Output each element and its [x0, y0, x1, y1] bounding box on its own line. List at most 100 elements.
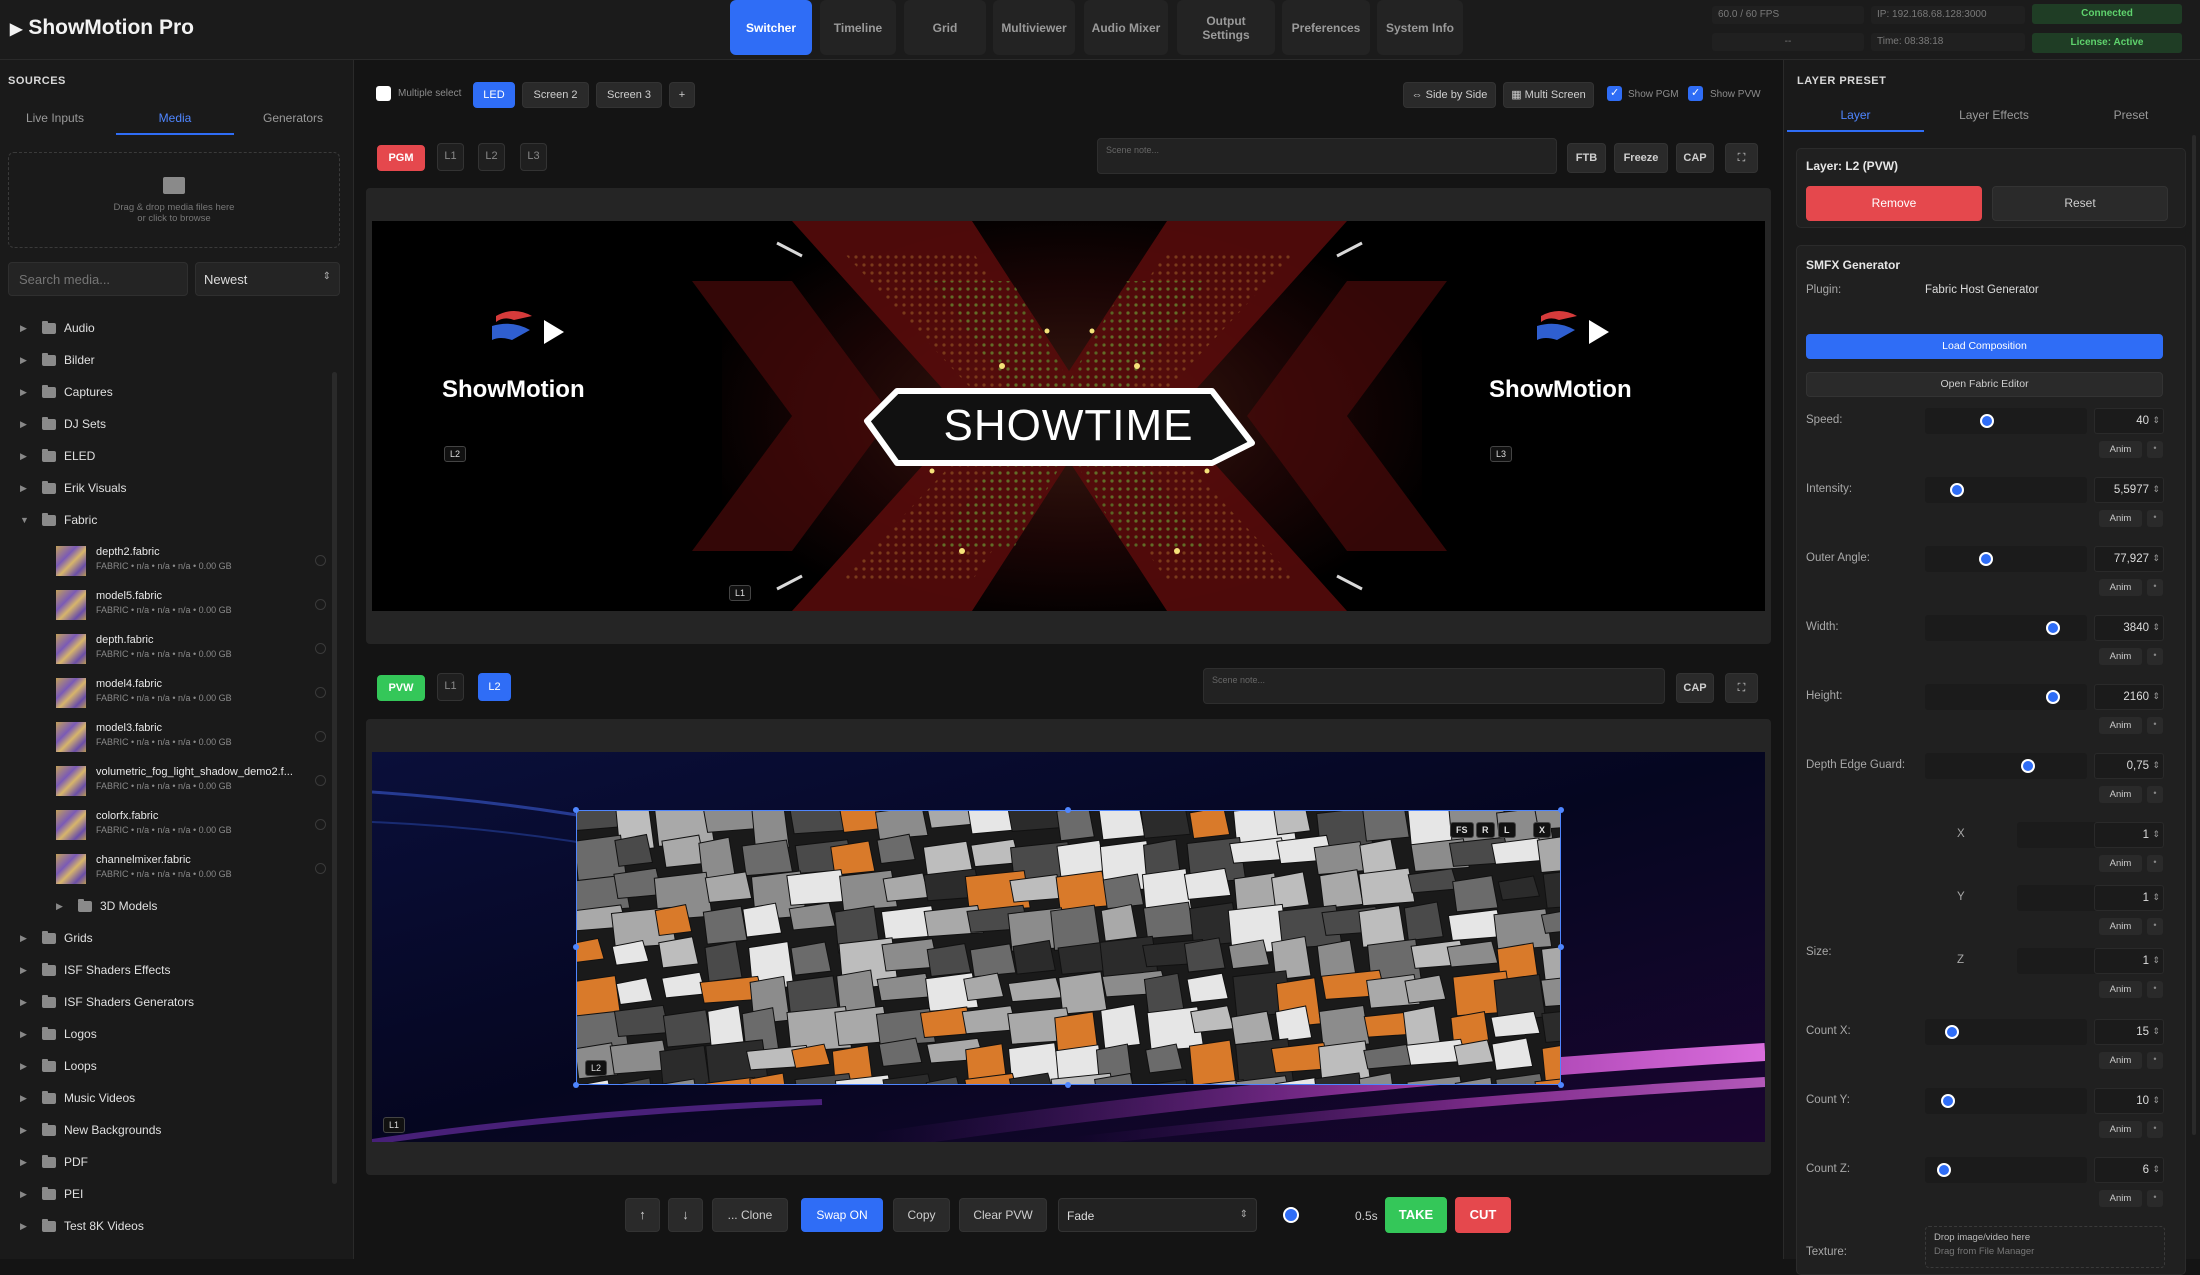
clear-pvw-button[interactable]: Clear PVW — [959, 1198, 1047, 1232]
slider-knob[interactable] — [1941, 1094, 1956, 1108]
slider-knob[interactable] — [1979, 552, 1994, 566]
folder-loops[interactable]: ▶ Loops — [20, 1056, 97, 1076]
size-0-value-input[interactable]: 1 — [2094, 822, 2164, 848]
tab-system-info[interactable]: System Info — [1377, 0, 1463, 55]
folder-audio[interactable]: ▶ Audio — [20, 318, 95, 338]
count-0-anim-button[interactable]: Anim — [2099, 1052, 2142, 1069]
count-2-value-input[interactable]: 6 — [2094, 1157, 2164, 1183]
screen-tab-screen-2[interactable]: Screen 2 — [522, 82, 589, 108]
folder-pei[interactable]: ▶ PEI — [20, 1184, 83, 1204]
param-5-anim-button[interactable]: Anim — [2099, 786, 2142, 803]
count-0-value-input[interactable]: 15 — [2094, 1019, 2164, 1045]
size-0-anim-button[interactable]: Anim — [2099, 855, 2142, 872]
cut-button[interactable]: CUT — [1455, 1197, 1511, 1233]
reset-layer-button[interactable]: Reset — [1992, 186, 2168, 221]
media-select-radio[interactable] — [315, 731, 326, 742]
pgm-capture-button[interactable]: CAP — [1676, 143, 1714, 173]
layer-lock-button[interactable]: L — [1498, 822, 1516, 838]
folder-3d-models[interactable]: ▶ 3D Models — [56, 896, 157, 916]
texture-dropzone[interactable]: Drop image/video here Drag from File Man… — [1925, 1226, 2165, 1268]
tab-output-settings[interactable]: Output Settings — [1177, 0, 1275, 55]
screen-tab-screen-3[interactable]: Screen 3 — [596, 82, 662, 108]
clone-button[interactable]: ... Clone — [712, 1198, 788, 1232]
folder-fabric[interactable]: ▼ Fabric — [20, 510, 97, 530]
slider-knob[interactable] — [1980, 414, 1995, 428]
count-1-anim-button[interactable]: Anim — [2099, 1121, 2142, 1138]
param-1-value-input[interactable]: 5,5977 — [2094, 477, 2164, 503]
tab-preferences[interactable]: Preferences — [1282, 0, 1370, 55]
multi-screen-button[interactable]: ▦ Multi Screen — [1503, 82, 1594, 108]
ftb-button[interactable]: FTB — [1567, 143, 1606, 173]
param-5-value-input[interactable]: 0,75 — [2094, 753, 2164, 779]
param-1-anim-button[interactable]: Anim — [2099, 510, 2142, 527]
param-0-anim-options-button[interactable]: • — [2147, 441, 2163, 458]
folder-eled[interactable]: ▶ ELED — [20, 446, 95, 466]
folder-new-backgrounds[interactable]: ▶ New Backgrounds — [20, 1120, 161, 1140]
open-fabric-editor-button[interactable]: Open Fabric Editor — [1806, 372, 2163, 397]
slider-knob[interactable] — [1949, 483, 1964, 497]
media-select-radio[interactable] — [315, 643, 326, 654]
count-2-anim-options-button[interactable]: • — [2147, 1190, 2163, 1207]
multiple-select-checkbox[interactable] — [376, 86, 391, 101]
pvw-layer-l2[interactable]: L2 — [478, 673, 511, 701]
tab-layer[interactable]: Layer — [1787, 102, 1924, 132]
size-1-value-input[interactable]: 1 — [2094, 885, 2164, 911]
folder-grids[interactable]: ▶ Grids — [20, 928, 93, 948]
count-2-anim-button[interactable]: Anim — [2099, 1190, 2142, 1207]
param-0-slider[interactable] — [1925, 408, 2087, 434]
resize-handle[interactable] — [1558, 1082, 1564, 1088]
pgm-video-canvas[interactable]: SHOWTIME ShowMotion ShowMotion L2 L3 L1 — [372, 221, 1765, 611]
count-1-anim-options-button[interactable]: • — [2147, 1121, 2163, 1138]
transition-select[interactable]: Fade ⇕ — [1058, 1198, 1257, 1232]
layer-selection-box[interactable] — [576, 810, 1561, 1085]
resize-handle[interactable] — [573, 944, 579, 950]
count-1-value-input[interactable]: 10 — [2094, 1088, 2164, 1114]
move-up-button[interactable]: ↑ — [625, 1198, 660, 1232]
remove-layer-button[interactable]: Remove — [1806, 186, 1982, 221]
param-0-value-input[interactable]: 40 — [2094, 408, 2164, 434]
slider-knob[interactable] — [2046, 621, 2061, 635]
pgm-fullscreen-icon[interactable]: ⛶ — [1725, 143, 1758, 173]
slider-knob[interactable] — [1945, 1025, 1960, 1039]
tab-media[interactable]: Media — [116, 105, 234, 135]
layer-close-button[interactable]: X — [1533, 822, 1552, 838]
param-2-slider[interactable] — [1925, 546, 2087, 572]
tab-layer-effects[interactable]: Layer Effects — [1926, 102, 2062, 132]
media-select-radio[interactable] — [315, 775, 326, 786]
pvw-layer-l1[interactable]: L1 — [437, 673, 464, 701]
load-composition-button[interactable]: Load Composition — [1806, 334, 2163, 359]
size-2-anim-options-button[interactable]: • — [2147, 981, 2163, 998]
layer-reset-button[interactable]: R — [1476, 822, 1495, 838]
param-3-value-input[interactable]: 3840 — [2094, 615, 2164, 641]
media-item[interactable]: channelmixer.fabric FABRIC • n/a • n/a • … — [56, 852, 326, 886]
count-1-slider[interactable] — [1925, 1088, 2087, 1114]
freeze-button[interactable]: Freeze — [1614, 143, 1668, 173]
size-2-anim-button[interactable]: Anim — [2099, 981, 2142, 998]
pgm-layer-l3[interactable]: L3 — [520, 143, 547, 171]
param-5-slider[interactable] — [1925, 753, 2087, 779]
transition-duration-slider[interactable] — [1283, 1207, 1299, 1223]
pgm-scene-note-input[interactable]: Scene note... — [1097, 138, 1557, 174]
pgm-layer-l1[interactable]: L1 — [437, 143, 464, 171]
folder-captures[interactable]: ▶ Captures — [20, 382, 113, 402]
media-item[interactable]: colorfx.fabric FABRIC • n/a • n/a • n/a •… — [56, 808, 326, 842]
swap-toggle-button[interactable]: Swap ON — [801, 1198, 883, 1232]
media-item[interactable]: model3.fabric FABRIC • n/a • n/a • n/a • … — [56, 720, 326, 754]
show-pvw-checkbox[interactable] — [1688, 86, 1703, 101]
param-1-anim-options-button[interactable]: • — [2147, 510, 2163, 527]
resize-handle[interactable] — [1065, 1082, 1071, 1088]
sort-select[interactable]: Newest ⇕ — [195, 262, 340, 296]
media-select-radio[interactable] — [315, 863, 326, 874]
tab-timeline[interactable]: Timeline — [820, 0, 896, 55]
tab-generators[interactable]: Generators — [238, 105, 348, 135]
resize-handle[interactable] — [573, 1082, 579, 1088]
count-0-slider[interactable] — [1925, 1019, 2087, 1045]
folder-logos[interactable]: ▶ Logos — [20, 1024, 97, 1044]
resize-handle[interactable] — [1558, 944, 1564, 950]
media-select-radio[interactable] — [315, 555, 326, 566]
screen-tab-led[interactable]: LED — [473, 82, 515, 108]
pvw-capture-button[interactable]: CAP — [1676, 673, 1714, 703]
media-select-radio[interactable] — [315, 819, 326, 830]
media-item[interactable]: model4.fabric FABRIC • n/a • n/a • n/a • … — [56, 676, 326, 710]
layer-fullscreen-button[interactable]: FS — [1450, 822, 1474, 838]
